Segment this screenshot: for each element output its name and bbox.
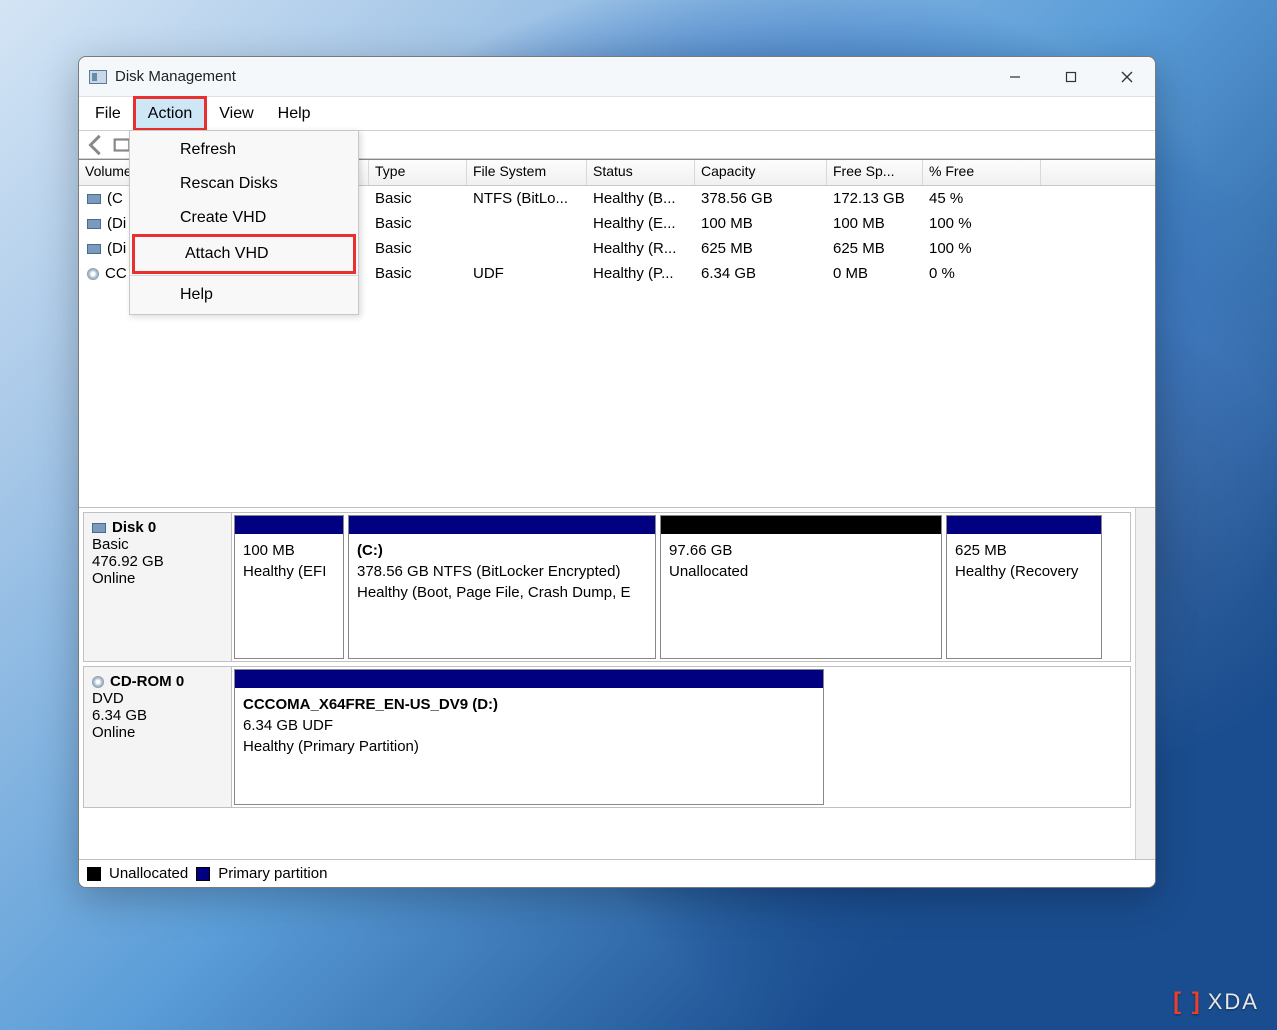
window-title: Disk Management xyxy=(115,68,236,85)
cd-icon xyxy=(92,676,104,688)
legend-swatch-primary xyxy=(196,867,210,881)
menu-separator xyxy=(130,275,358,276)
legend-primary: Primary partition xyxy=(218,865,327,882)
drive-icon xyxy=(92,523,106,533)
partition-c[interactable]: (C:)378.56 GB NTFS (BitLocker Encrypted)… xyxy=(348,515,656,659)
partition-header xyxy=(661,516,941,534)
menubar: File Action View Help Refresh Rescan Dis… xyxy=(79,97,1155,131)
menu-rescan-disks[interactable]: Rescan Disks xyxy=(130,167,358,201)
drive-icon xyxy=(87,219,101,229)
col-pctfree[interactable]: % Free xyxy=(923,160,1041,185)
menu-create-vhd[interactable]: Create VHD xyxy=(130,201,358,235)
menu-refresh[interactable]: Refresh xyxy=(130,133,358,167)
scrollbar[interactable] xyxy=(1135,508,1155,859)
col-type[interactable]: Type xyxy=(369,160,467,185)
window-controls xyxy=(987,57,1155,97)
menu-attach-vhd[interactable]: Attach VHD xyxy=(132,234,356,274)
partition-unallocated[interactable]: 97.66 GBUnallocated xyxy=(660,515,942,659)
graphical-view: Disk 0 Basic 476.92 GB Online 100 MBHeal… xyxy=(79,508,1155,859)
titlebar[interactable]: Disk Management xyxy=(79,57,1155,97)
disk-label: CD-ROM 0 DVD 6.34 GB Online xyxy=(84,667,232,807)
col-filesystem[interactable]: File System xyxy=(467,160,587,185)
xda-watermark: [ ] XDA xyxy=(1173,988,1259,1016)
disk-row-cdrom0[interactable]: CD-ROM 0 DVD 6.34 GB Online CCCOMA_X64FR… xyxy=(83,666,1131,808)
disk-row-disk0[interactable]: Disk 0 Basic 476.92 GB Online 100 MBHeal… xyxy=(83,512,1131,662)
minimize-button[interactable] xyxy=(987,57,1043,97)
cd-icon xyxy=(87,268,99,280)
disk-management-window: Disk Management File Action View Help Re… xyxy=(78,56,1156,888)
legend-swatch-unallocated xyxy=(87,867,101,881)
col-free[interactable]: Free Sp... xyxy=(827,160,923,185)
close-button[interactable] xyxy=(1099,57,1155,97)
app-icon xyxy=(89,70,107,84)
cdrom0-partitions: CCCOMA_X64FRE_EN-US_DV9 (D:)6.34 GB UDFH… xyxy=(232,667,1130,807)
partition-header xyxy=(235,670,823,688)
back-button[interactable] xyxy=(85,135,107,155)
partition-dvd[interactable]: CCCOMA_X64FRE_EN-US_DV9 (D:)6.34 GB UDFH… xyxy=(234,669,824,805)
menu-action-help[interactable]: Help xyxy=(130,278,358,312)
partition-header xyxy=(349,516,655,534)
drive-icon xyxy=(87,194,101,204)
maximize-button[interactable] xyxy=(1043,57,1099,97)
legend: Unallocated Primary partition xyxy=(79,859,1155,887)
partition-header xyxy=(947,516,1101,534)
bracket-icon: [ ] xyxy=(1173,988,1202,1016)
action-dropdown: Refresh Rescan Disks Create VHD Attach V… xyxy=(129,130,359,315)
drive-icon xyxy=(87,244,101,254)
menu-file[interactable]: File xyxy=(83,97,133,130)
disk-label: Disk 0 Basic 476.92 GB Online xyxy=(84,513,232,661)
disk0-partitions: 100 MBHealthy (EFI (C:)378.56 GB NTFS (B… xyxy=(232,513,1130,661)
partition-header xyxy=(235,516,343,534)
menu-help[interactable]: Help xyxy=(266,97,323,130)
col-status[interactable]: Status xyxy=(587,160,695,185)
legend-unallocated: Unallocated xyxy=(109,865,188,882)
partition-recovery[interactable]: 625 MBHealthy (Recovery xyxy=(946,515,1102,659)
partition-efi[interactable]: 100 MBHealthy (EFI xyxy=(234,515,344,659)
menu-action[interactable]: Action xyxy=(133,96,207,131)
col-capacity[interactable]: Capacity xyxy=(695,160,827,185)
menu-view[interactable]: View xyxy=(207,97,265,130)
